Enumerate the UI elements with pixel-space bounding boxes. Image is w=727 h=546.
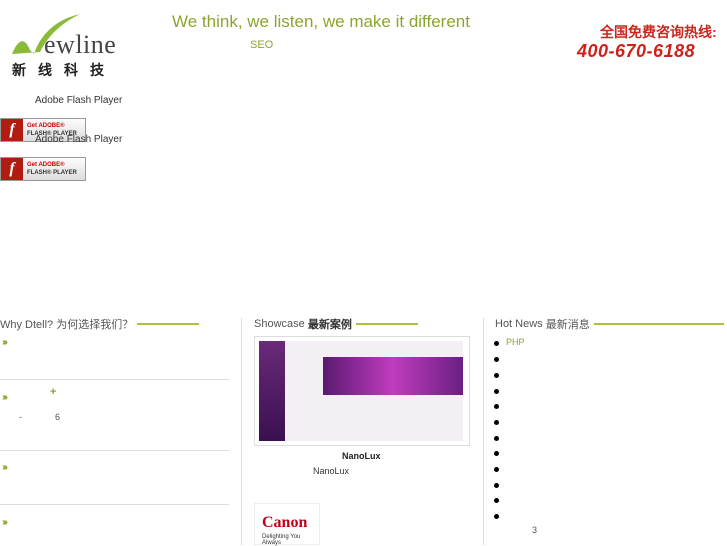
- flash-text: Adobe Flash Player: [35, 134, 123, 145]
- thumbnail-banner: [323, 357, 463, 395]
- page-number[interactable]: 3: [532, 525, 537, 535]
- showcase-title-cn: 最新案例: [307, 319, 352, 331]
- thumbnail-sidebar: [259, 341, 285, 441]
- logo-chinese: 新线科技: [12, 63, 116, 79]
- header-underline: [137, 323, 200, 325]
- bullet-icon: [494, 420, 499, 425]
- flash-text: Adobe Flash Player: [35, 95, 123, 106]
- news-header: Hot News 最新消息: [495, 316, 724, 332]
- flash-button-line2: FLASH® PLAYER: [27, 170, 77, 176]
- seo-link[interactable]: SEO: [250, 39, 273, 51]
- double-chevron-icon[interactable]: ›››: [2, 517, 8, 528]
- showcase-thumbnail[interactable]: [254, 336, 470, 446]
- bullet-icon: [494, 389, 499, 394]
- showcase-header: Showcase 最新案例: [254, 316, 418, 332]
- why-header: Why Dtell? 为何选择我们？: [0, 316, 200, 332]
- bullet-icon: [494, 357, 499, 362]
- canon-wordmark: Canon: [262, 514, 308, 531]
- divider: [0, 379, 229, 380]
- list-dash: -: [19, 412, 22, 422]
- news-title-en: Hot News: [495, 318, 543, 330]
- why-title: Why Dtell? 为何选择我们？: [0, 319, 134, 331]
- double-chevron-icon[interactable]: ›››: [2, 462, 8, 473]
- column-divider: [241, 318, 242, 545]
- divider: [0, 450, 229, 451]
- bullet-icon: [494, 467, 499, 472]
- header-underline: [593, 323, 724, 325]
- bullet-icon: [494, 451, 499, 456]
- slogan: We think, we listen, we make it differen…: [172, 12, 470, 31]
- news-title-cn: 最新消息: [545, 319, 590, 331]
- bullet-icon: [494, 483, 499, 488]
- flash-button-line1: Get ADOBE®: [27, 162, 65, 168]
- flash-button-line1: Get ADOBE®: [27, 123, 65, 129]
- bullet-icon: [494, 436, 499, 441]
- bullet-icon: [494, 373, 499, 378]
- flash-player-icon: f: [1, 119, 23, 141]
- double-chevron-icon[interactable]: ›››: [2, 337, 8, 348]
- logo-wordmark: ewline: [44, 30, 117, 59]
- get-flash-button[interactable]: f Get ADOBE® FLASH® PLAYER: [0, 157, 86, 181]
- news-item[interactable]: PHP: [506, 337, 525, 347]
- hotline-number: 400-670-6188: [577, 41, 696, 61]
- canon-logo[interactable]: Canon Delighting You Always: [254, 503, 320, 546]
- list-number: 6: [55, 412, 61, 422]
- header-underline: [355, 323, 418, 325]
- divider: [0, 504, 229, 505]
- bullet-icon: [494, 341, 499, 346]
- column-divider: [483, 318, 484, 545]
- canon-tagline: Delighting You Always: [262, 534, 301, 546]
- showcase-caption-bold[interactable]: NanoLux: [342, 451, 381, 461]
- bullet-icon: [494, 498, 499, 503]
- flash-player-icon: f: [1, 158, 23, 180]
- hotline-label: 全国免费咨询热线:: [600, 24, 717, 40]
- double-chevron-icon[interactable]: ›››: [2, 392, 8, 403]
- bullet-icon: [494, 404, 499, 409]
- bullet-icon: [494, 514, 499, 519]
- showcase-title-en: Showcase: [254, 318, 305, 330]
- showcase-caption: NanoLux: [313, 466, 350, 476]
- plus-icon: +: [50, 386, 57, 398]
